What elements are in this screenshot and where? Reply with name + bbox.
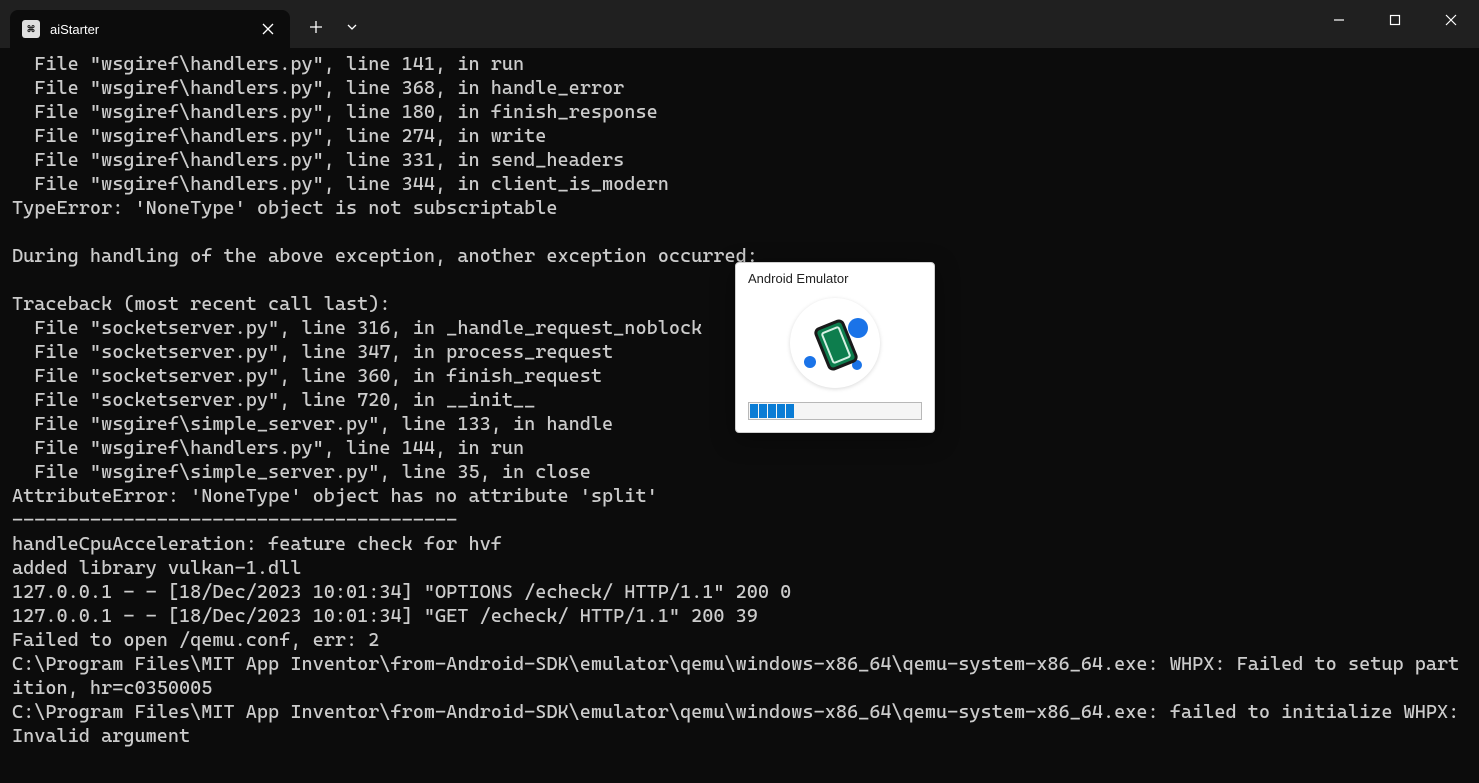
terminal-line: AttributeError: 'NoneType' object has no…: [12, 484, 1467, 508]
close-icon: [1445, 14, 1457, 26]
terminal-line: C:\Program Files\MIT App Inventor\from-A…: [12, 652, 1467, 700]
progress-block: [759, 404, 767, 418]
terminal-line: File "wsgiref\handlers.py", line 368, in…: [12, 76, 1467, 100]
dialog-icon-wrap: [736, 290, 934, 402]
dialog-title: Android Emulator: [736, 263, 934, 290]
terminal-line: C:\Program Files\MIT App Inventor\from-A…: [12, 700, 1467, 748]
android-emulator-dialog: Android Emulator: [735, 262, 935, 433]
terminal-app-icon: ⌘: [22, 20, 40, 38]
progress-block: [777, 404, 785, 418]
terminal-line: Failed to open /qemu.conf, err: 2: [12, 628, 1467, 652]
terminal-line: ----------------------------------------: [12, 508, 1467, 532]
tab-title: aiStarter: [50, 22, 258, 37]
maximize-button[interactable]: [1367, 0, 1423, 40]
terminal-line: added library vulkan-1.dll: [12, 556, 1467, 580]
window-controls: [1311, 0, 1479, 40]
terminal-line: File "wsgiref\handlers.py", line 274, in…: [12, 124, 1467, 148]
tab-actions: [298, 11, 370, 43]
plus-icon: [309, 20, 323, 34]
terminal-line: [12, 220, 1467, 244]
terminal-line: File "wsgiref\handlers.py", line 344, in…: [12, 172, 1467, 196]
titlebar: ⌘ aiStarter: [0, 0, 1479, 48]
minimize-icon: [1333, 14, 1345, 26]
chevron-down-icon: [346, 21, 358, 33]
terminal-tab[interactable]: ⌘ aiStarter: [10, 10, 290, 48]
close-window-button[interactable]: [1423, 0, 1479, 40]
terminal-line: File "wsgiref\simple_server.py", line 35…: [12, 460, 1467, 484]
terminal-line: File "wsgiref\handlers.py", line 141, in…: [12, 52, 1467, 76]
close-icon: [262, 23, 274, 35]
terminal-line: 127.0.0.1 - - [18/Dec/2023 10:01:34] "GE…: [12, 604, 1467, 628]
progress-block: [768, 404, 776, 418]
terminal-line: File "wsgiref\handlers.py", line 144, in…: [12, 436, 1467, 460]
close-tab-button[interactable]: [258, 19, 278, 39]
terminal-line: handleCpuAcceleration: feature check for…: [12, 532, 1467, 556]
android-emulator-icon: [790, 298, 880, 388]
new-tab-button[interactable]: [298, 11, 334, 43]
progress-bar: [748, 402, 922, 420]
maximize-icon: [1389, 14, 1401, 26]
progress-block: [750, 404, 758, 418]
terminal-line: File "wsgiref\handlers.py", line 180, in…: [12, 100, 1467, 124]
minimize-button[interactable]: [1311, 0, 1367, 40]
tab-dropdown-button[interactable]: [334, 11, 370, 43]
terminal-line: File "wsgiref\handlers.py", line 331, in…: [12, 148, 1467, 172]
terminal-line: 127.0.0.1 - - [18/Dec/2023 10:01:34] "OP…: [12, 580, 1467, 604]
progress-block: [786, 404, 794, 418]
terminal-line: TypeError: 'NoneType' object is not subs…: [12, 196, 1467, 220]
